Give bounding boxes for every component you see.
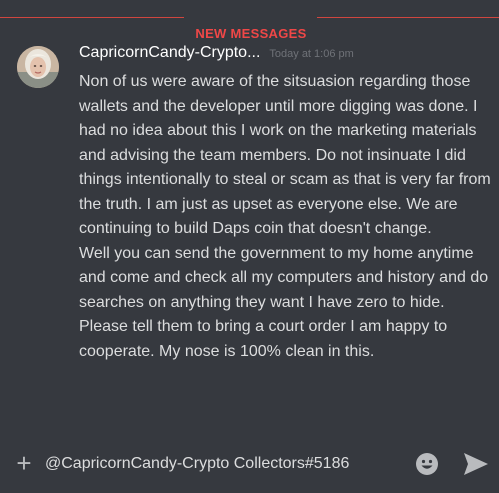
plus-icon[interactable]: + (12, 450, 36, 476)
message-header: CapricornCandy-Crypto... Today at 1:06 pm (79, 44, 354, 66)
avatar[interactable] (17, 46, 59, 88)
chat-window: NEW MESSAGES CapricornCandy-Crypto... Tod… (0, 0, 499, 493)
new-messages-divider: NEW MESSAGES (0, 17, 499, 41)
message-input[interactable]: @CapricornCandy-Crypto Collectors#5186 (45, 455, 400, 473)
emoji-icon-svg (416, 453, 438, 475)
divider-line-left (0, 17, 184, 18)
avatar-image (17, 46, 59, 88)
divider-line-right (317, 17, 499, 18)
message-composer: + @CapricornCandy-Crypto Collectors#5186 (0, 439, 499, 493)
send-icon-svg (464, 453, 488, 475)
emoji-icon[interactable] (415, 452, 439, 476)
message-paragraph-1: Non of us were aware of the sitsuasion r… (79, 73, 491, 237)
timestamp: Today at 1:06 pm (269, 48, 354, 60)
new-messages-label: NEW MESSAGES (195, 26, 307, 41)
message-paragraph-2: Well you can send the government to my h… (79, 244, 489, 360)
username[interactable]: CapricornCandy-Crypto... (79, 44, 260, 61)
message-content: Non of us were aware of the sitsuasion r… (79, 70, 495, 364)
send-icon[interactable] (463, 452, 489, 476)
